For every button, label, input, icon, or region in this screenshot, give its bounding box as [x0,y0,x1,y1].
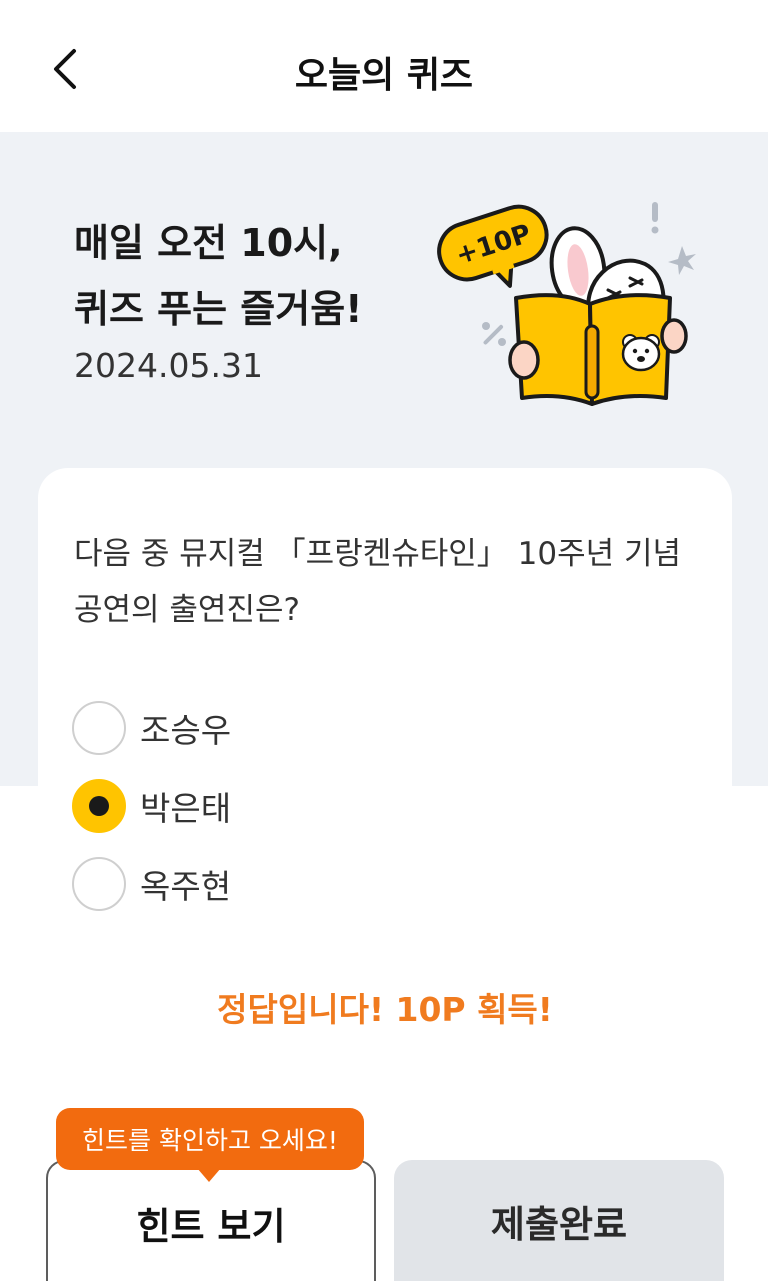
option-2[interactable]: 박은태 [72,778,231,834]
radio-button[interactable] [72,701,126,755]
tooltip-arrow [197,1168,221,1182]
submit-button[interactable]: 제출완료 [394,1160,724,1281]
hero-headline-line2: 퀴즈 푸는 즐거움! [74,287,363,331]
page-title: 오늘의 퀴즈 [294,55,474,96]
radio-button-selected[interactable] [72,779,126,833]
submit-button-label: 제출완료 [490,1203,628,1246]
hero-headline-line1: 매일 오전 10시, [74,221,343,265]
app-header: 오늘의 퀴즈 [0,0,768,132]
radio-button[interactable] [72,857,126,911]
answer-result-message: 정답입니다! 10P 획득! [217,990,553,1029]
option-label: 조승우 [140,711,232,750]
option-3[interactable]: 옥주현 [72,856,231,912]
book [508,293,688,406]
hint-tooltip: 힌트를 확인하고 오세요! [56,1108,364,1170]
quiz-question: 다음 중 뮤지컬 「프랑켄슈타인」 10주년 기념공연의 출연진은? [74,536,682,628]
rabbit-reading-book-illustration: +10P [437,202,696,406]
option-label: 옥주현 [140,867,232,906]
option-label: 박은태 [140,789,232,828]
radio-dot [89,796,109,816]
points-badge: +10P [437,204,549,288]
quiz-date: 2024.05.31 [74,346,263,385]
hint-button-label: 힌트 보기 [136,1205,286,1248]
option-1[interactable]: 조승우 [72,700,231,756]
